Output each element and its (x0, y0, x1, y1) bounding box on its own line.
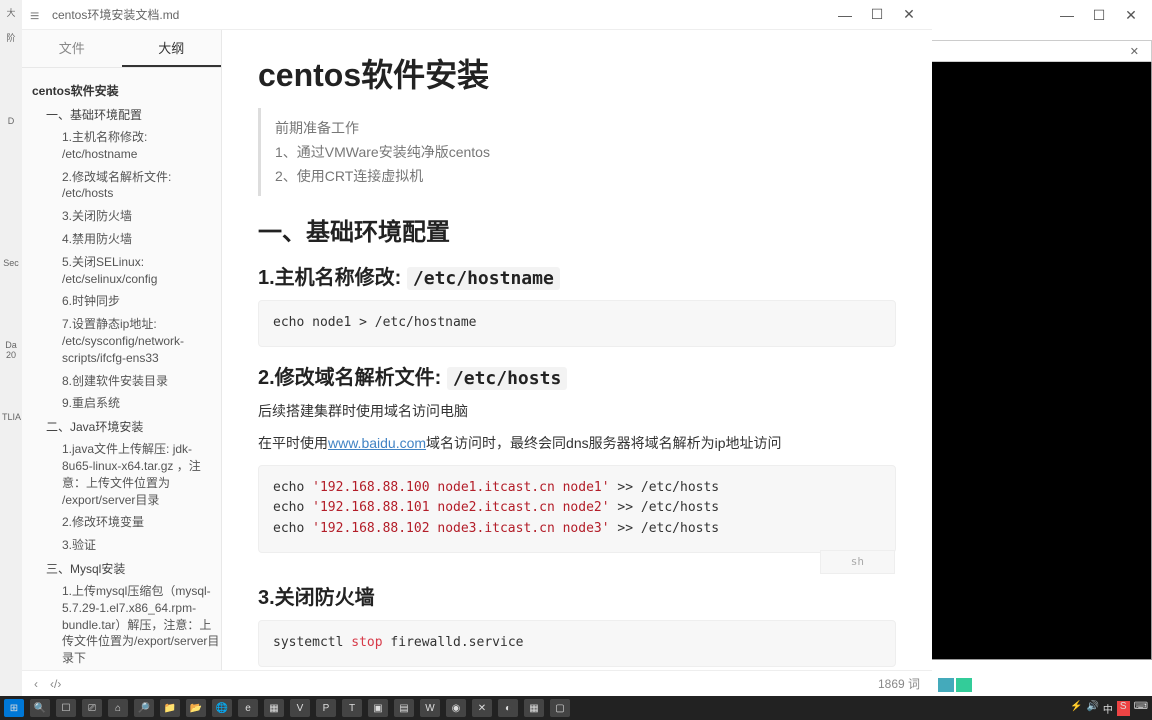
background-window-controls: — ☐ ✕ (912, 0, 1152, 30)
outline-item[interactable]: 2.修改域名解析文件: /etc/hosts (22, 166, 221, 206)
taskbar[interactable]: ⊞ 🔍 ☐ ⎚ ⌂ 🔎 📁 📂 🌐 e ▦ V P T ▣ ▤ W ◉ ✕ ◐ … (0, 696, 1152, 720)
blockquote-prep: 前期准备工作 1、通过VMWare安装纯净版centos 2、使用CRT连接虚拟… (258, 108, 896, 196)
outline-item[interactable]: 5.关闭SELinux: /etc/selinux/config (22, 251, 221, 291)
outline-item[interactable]: 2.修改环境变量 (22, 511, 221, 534)
outline-item[interactable]: 9.重启系统 (22, 392, 221, 415)
outline-item[interactable]: 3.关闭防火墙 (22, 205, 221, 228)
background-terminal (912, 40, 1152, 660)
document-content[interactable]: centos软件安装 前期准备工作 1、通过VMWare安装纯净版centos … (222, 30, 932, 670)
background-terminal-titlebar: ✕ (912, 40, 1152, 62)
outline-root[interactable]: centos软件安装 (22, 78, 221, 103)
link-baidu[interactable]: www.baidu.com (328, 435, 426, 451)
file-icon: ≡ (30, 8, 44, 22)
doc-h3-2: 2.修改域名解析文件: /etc/hosts (258, 361, 896, 390)
code-lang-badge: sh (820, 550, 895, 574)
doc-h3-3: 3.关闭防火墙 (258, 581, 896, 610)
outline-item[interactable]: 三、Mysql安装 (22, 557, 221, 580)
window-controls: — ☐ ✕ (838, 8, 924, 22)
outline-item[interactable]: 3.验证 (22, 534, 221, 557)
taskbar-app[interactable]: ▣ (368, 699, 388, 717)
doc-h3-1: 1.主机名称修改: /etc/hostname (258, 261, 896, 290)
bg-minimize-icon[interactable]: — (1060, 8, 1074, 22)
minimize-icon[interactable]: — (838, 8, 852, 22)
editor-window: ≡ centos环境安装文档.md — ☐ ✕ 文件 大纲 centos软件安装… (22, 0, 932, 696)
taskbar-app[interactable]: ▦ (524, 699, 544, 717)
paragraph: 后续搭建集群时使用域名访问电脑 (258, 400, 896, 422)
background-terminal-statusbar (938, 678, 972, 692)
taskbar-app[interactable]: ⌂ (108, 699, 128, 717)
outline-item[interactable]: 4.禁用防火墙 (22, 228, 221, 251)
taskbar-app[interactable]: 🌐 (212, 699, 232, 717)
sidebar: 文件 大纲 centos软件安装 一、基础环境配置 1.主机名称修改: /etc… (22, 30, 222, 670)
code-block-2[interactable]: echo '192.168.88.100 node1.itcast.cn nod… (258, 465, 896, 553)
bg-term-close-icon[interactable]: ✕ (1124, 45, 1145, 58)
outline-item[interactable]: 7.设置静态ip地址: /etc/sysconfig/network-scrip… (22, 313, 221, 369)
search-icon[interactable]: 🔍 (30, 699, 50, 717)
taskbar-app[interactable]: ▤ (394, 699, 414, 717)
taskview-icon[interactable]: ☐ (56, 699, 76, 717)
code-block-1[interactable]: echo node1 > /etc/hostname (258, 300, 896, 347)
code-inline: /etc/hosts (447, 367, 567, 390)
doc-h1: centos软件安装 (258, 50, 896, 96)
taskbar-app[interactable]: 📂 (186, 699, 206, 717)
taskbar-app[interactable]: ◉ (446, 699, 466, 717)
outline-item[interactable]: 8.创建软件安装目录 (22, 370, 221, 393)
taskbar-app[interactable]: 📁 (160, 699, 180, 717)
paragraph: 在平时使用www.baidu.com域名访问时，最终会同dns服务器将域名解析为… (258, 432, 896, 454)
taskbar-app[interactable]: W (420, 699, 440, 717)
taskbar-app[interactable]: P (316, 699, 336, 717)
outline-item[interactable]: 1.java文件上传解压: jdk-8u65-linux-x64.tar.gz … (22, 438, 221, 511)
taskbar-app[interactable]: e (238, 699, 258, 717)
doc-h2-1: 一、基础环境配置 (258, 212, 896, 247)
taskbar-app[interactable]: 🔎 (134, 699, 154, 717)
code-inline: /etc/hostname (407, 267, 560, 290)
outline-item[interactable]: 二、Java环境安装 (22, 415, 221, 438)
close-icon[interactable]: ✕ (902, 8, 916, 22)
code-block-3[interactable]: systemctl stop firewalld.service (258, 620, 896, 667)
taskbar-app[interactable]: ▢ (550, 699, 570, 717)
taskbar-app[interactable]: ◐ (498, 699, 518, 717)
toggle-source-icon[interactable]: ‹/› (50, 677, 61, 691)
taskbar-app[interactable]: ▦ (264, 699, 284, 717)
system-monitor-widget: 8% 5.7K/s (1104, 120, 1144, 160)
tab-file[interactable]: 文件 (22, 30, 122, 67)
statusbar: ‹ ‹/› 1869 词 (22, 670, 932, 696)
back-icon[interactable]: ‹ (34, 677, 38, 691)
bg-maximize-icon[interactable]: ☐ (1092, 8, 1106, 22)
sidebar-tabs: 文件 大纲 (22, 30, 221, 68)
outline-tree[interactable]: centos软件安装 一、基础环境配置 1.主机名称修改: /etc/hostn… (22, 68, 221, 670)
taskbar-app[interactable]: T (342, 699, 362, 717)
taskbar-app[interactable]: ⎚ (82, 699, 102, 717)
outline-item[interactable]: 1.上传mysql压缩包（mysql-5.7.29-1.el7.x86_64.r… (22, 580, 221, 670)
word-count: 1869 词 (878, 675, 920, 692)
outline-item[interactable]: 1.主机名称修改: /etc/hostname (22, 126, 221, 166)
titlebar: ≡ centos环境安装文档.md — ☐ ✕ (22, 0, 932, 30)
file-name: centos环境安装文档.md (52, 6, 838, 23)
maximize-icon[interactable]: ☐ (870, 8, 884, 22)
tab-outline[interactable]: 大纲 (122, 30, 222, 67)
taskbar-app[interactable]: V (290, 699, 310, 717)
system-tray[interactable]: ⚡🔊中S⌨ (1070, 701, 1148, 716)
outline-item[interactable]: 6.时钟同步 (22, 290, 221, 313)
taskbar-app[interactable]: ✕ (472, 699, 492, 717)
desktop-left-strip: 大 阶 D Sec Da 20 TLIA (0, 0, 22, 696)
bg-close-icon[interactable]: ✕ (1124, 8, 1138, 22)
start-button[interactable]: ⊞ (4, 699, 24, 717)
outline-item[interactable]: 一、基础环境配置 (22, 103, 221, 126)
